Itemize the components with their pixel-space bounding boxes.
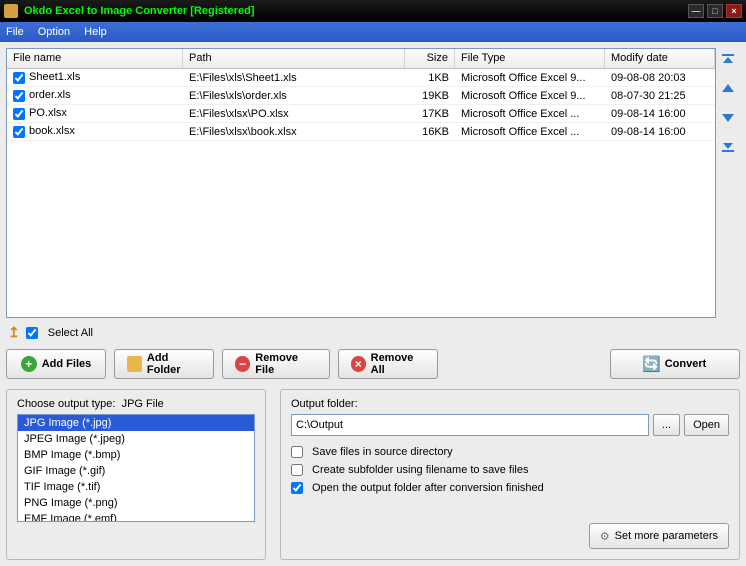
up-folder-icon[interactable]: ↥ xyxy=(8,324,20,341)
select-all-checkbox[interactable] xyxy=(26,327,38,339)
table-row[interactable]: order.xlsE:\Files\xls\order.xls19KBMicro… xyxy=(7,87,715,105)
add-folder-button[interactable]: Add Folder xyxy=(114,349,214,379)
open-after-checkbox[interactable] xyxy=(291,482,303,494)
col-filetype[interactable]: File Type xyxy=(455,49,605,68)
open-after-label: Open the output folder after conversion … xyxy=(312,482,544,494)
remove-all-button[interactable]: Remove All xyxy=(338,349,438,379)
set-more-parameters-button[interactable]: ⚙Set more parameters xyxy=(589,523,729,549)
table-header: File name Path Size File Type Modify dat… xyxy=(7,49,715,69)
move-up-icon[interactable] xyxy=(719,80,737,98)
col-size[interactable]: Size xyxy=(405,49,455,68)
gear-icon: ⚙ xyxy=(600,530,610,543)
file-table: File name Path Size File Type Modify dat… xyxy=(6,48,716,318)
col-modifydate[interactable]: Modify date xyxy=(605,49,715,68)
output-folder-panel: Output folder: ... Open Save files in so… xyxy=(280,389,740,560)
create-subfolder-checkbox[interactable] xyxy=(291,464,303,476)
file-checkbox[interactable] xyxy=(13,72,25,84)
output-folder-input[interactable] xyxy=(291,414,649,436)
convert-button[interactable]: 🔄Convert xyxy=(610,349,740,379)
menu-file[interactable]: File xyxy=(6,26,24,38)
output-type-listbox[interactable]: JPG Image (*.jpg)JPEG Image (*.jpeg)BMP … xyxy=(17,414,255,522)
list-item[interactable]: EMF Image (*.emf) xyxy=(18,511,254,522)
table-row[interactable]: book.xlsxE:\Files\xlsx\book.xlsx16KBMicr… xyxy=(7,123,715,141)
remove-file-button[interactable]: Remove File xyxy=(222,349,330,379)
output-type-panel: Choose output type: JPG File JPG Image (… xyxy=(6,389,266,560)
app-icon xyxy=(4,4,18,18)
maximize-button[interactable]: □ xyxy=(707,4,723,18)
output-folder-label: Output folder: xyxy=(291,398,729,410)
list-item[interactable]: GIF Image (*.gif) xyxy=(18,463,254,479)
close-button[interactable]: × xyxy=(726,4,742,18)
open-folder-button[interactable]: Open xyxy=(684,414,729,436)
menu-help[interactable]: Help xyxy=(84,26,107,38)
list-item[interactable]: PNG Image (*.png) xyxy=(18,495,254,511)
menubar: File Option Help xyxy=(0,22,746,42)
list-item[interactable]: JPG Image (*.jpg) xyxy=(18,415,254,431)
browse-button[interactable]: ... xyxy=(653,414,680,436)
table-row[interactable]: Sheet1.xlsE:\Files\xls\Sheet1.xls1KBMicr… xyxy=(7,69,715,87)
plus-icon xyxy=(21,356,37,372)
move-bottom-icon[interactable] xyxy=(719,136,737,154)
create-subfolder-label: Create subfolder using filename to save … xyxy=(312,464,528,476)
move-top-icon[interactable] xyxy=(719,52,737,70)
save-source-label: Save files in source directory xyxy=(312,446,453,458)
folder-icon xyxy=(127,356,142,372)
add-files-button[interactable]: Add Files xyxy=(6,349,106,379)
file-checkbox[interactable] xyxy=(13,126,25,138)
move-down-icon[interactable] xyxy=(719,108,737,126)
file-checkbox[interactable] xyxy=(13,90,25,102)
col-filename[interactable]: File name xyxy=(7,49,183,68)
list-item[interactable]: JPEG Image (*.jpeg) xyxy=(18,431,254,447)
table-row[interactable]: PO.xlsxE:\Files\xlsx\PO.xlsx17KBMicrosof… xyxy=(7,105,715,123)
output-type-label: Choose output type: JPG File xyxy=(17,398,255,410)
col-path[interactable]: Path xyxy=(183,49,405,68)
remove-all-icon xyxy=(351,356,366,372)
convert-icon: 🔄 xyxy=(644,356,660,372)
reorder-buttons xyxy=(716,48,740,318)
list-item[interactable]: TIF Image (*.tif) xyxy=(18,479,254,495)
minus-icon xyxy=(235,356,250,372)
window-title: Okdo Excel to Image Converter [Registere… xyxy=(24,5,254,17)
titlebar: Okdo Excel to Image Converter [Registere… xyxy=(0,0,746,22)
minimize-button[interactable]: — xyxy=(688,4,704,18)
file-checkbox[interactable] xyxy=(13,108,25,120)
save-source-checkbox[interactable] xyxy=(291,446,303,458)
menu-option[interactable]: Option xyxy=(38,26,70,38)
select-all-label: Select All xyxy=(48,327,93,339)
list-item[interactable]: BMP Image (*.bmp) xyxy=(18,447,254,463)
